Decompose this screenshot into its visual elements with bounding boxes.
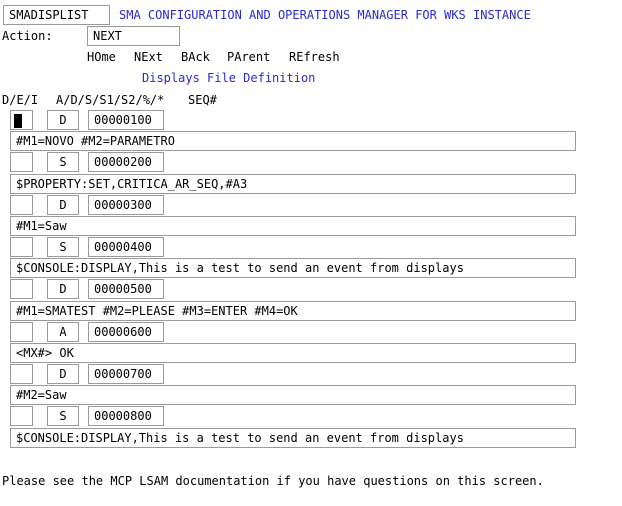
nav-home[interactable]: HOme — [87, 49, 116, 65]
column-header-dei: D/E/I — [2, 93, 39, 107]
type-field[interactable]: S — [47, 406, 79, 426]
page-subtitle: Displays File Definition — [142, 71, 316, 85]
record-text-field[interactable]: $PROPERTY:SET,CRITICA_AR_SEQ,#A3 — [10, 174, 576, 194]
seq-field[interactable]: 00000200 — [88, 152, 164, 172]
type-field[interactable]: A — [47, 322, 79, 342]
type-field[interactable]: D — [47, 110, 79, 130]
record-text-field[interactable]: <MX#> OK — [10, 343, 576, 363]
seq-field[interactable]: 00000100 — [88, 110, 164, 130]
type-field[interactable]: D — [47, 279, 79, 299]
footer-help-text: Please see the MCP LSAM documentation if… — [2, 474, 544, 488]
action-label: Action: — [2, 29, 53, 43]
dei-input[interactable] — [10, 364, 33, 384]
record-text-field[interactable]: #M1=NOVO #M2=PARAMETRO — [10, 131, 576, 151]
seq-field[interactable]: 00000700 — [88, 364, 164, 384]
type-field[interactable]: S — [47, 152, 79, 172]
type-field[interactable]: S — [47, 237, 79, 257]
dei-input[interactable] — [10, 406, 33, 426]
seq-field[interactable]: 00000300 — [88, 195, 164, 215]
screen-title: SMA CONFIGURATION AND OPERATIONS MANAGER… — [119, 8, 531, 22]
nav-next[interactable]: NExt — [134, 49, 163, 65]
record-text-field[interactable]: #M1=Saw — [10, 216, 576, 236]
screen-name-field: SMADISPLIST — [3, 5, 110, 25]
nav-parent[interactable]: PArent — [227, 49, 270, 65]
dei-input[interactable] — [10, 237, 33, 257]
seq-field[interactable]: 00000500 — [88, 279, 164, 299]
nav-back[interactable]: BAck — [181, 49, 210, 65]
dei-input[interactable] — [10, 195, 33, 215]
type-field[interactable]: D — [47, 364, 79, 384]
dei-input[interactable] — [10, 322, 33, 342]
seq-field[interactable]: 00000800 — [88, 406, 164, 426]
nav-refresh[interactable]: REfresh — [289, 49, 340, 65]
type-field[interactable]: D — [47, 195, 79, 215]
seq-field[interactable]: 00000600 — [88, 322, 164, 342]
text-cursor — [14, 113, 22, 128]
dei-input[interactable] — [10, 152, 33, 172]
column-header-seq: SEQ# — [188, 93, 217, 107]
record-text-field[interactable]: $CONSOLE:DISPLAY,This is a test to send … — [10, 428, 576, 448]
record-text-field[interactable]: #M1=SMATEST #M2=PLEASE #M3=ENTER #M4=OK — [10, 301, 576, 321]
dei-input[interactable] — [10, 279, 33, 299]
column-header-type: A/D/S/S1/S2/%/* — [56, 93, 165, 107]
seq-field[interactable]: 00000400 — [88, 237, 164, 257]
record-text-field[interactable]: $CONSOLE:DISPLAY,This is a test to send … — [10, 258, 576, 278]
record-text-field[interactable]: #M2=Saw — [10, 385, 576, 405]
dei-input[interactable] — [10, 110, 33, 130]
action-input[interactable]: NEXT — [87, 26, 180, 46]
